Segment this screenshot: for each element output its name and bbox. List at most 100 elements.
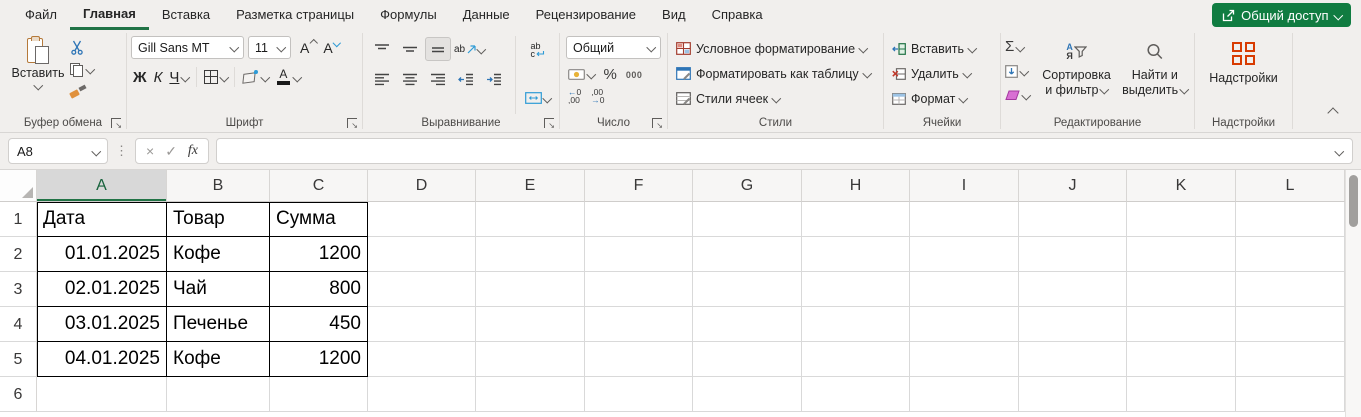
- row-header-2[interactable]: 2: [0, 237, 37, 272]
- cell-H1[interactable]: [802, 202, 910, 237]
- cell-F6[interactable]: [585, 377, 693, 412]
- cell-B2[interactable]: Кофе: [167, 237, 270, 272]
- cell-G5[interactable]: [693, 342, 802, 377]
- bold-button[interactable]: Ж: [133, 69, 147, 86]
- cell-G3[interactable]: [693, 272, 802, 307]
- cell-D1[interactable]: [368, 202, 476, 237]
- wrap-text-button[interactable]: ab c: [524, 38, 552, 62]
- decrease-font-size-button[interactable]: А: [318, 38, 341, 56]
- number-dialog-launcher[interactable]: ↘: [652, 118, 663, 130]
- cell-K6[interactable]: [1127, 377, 1236, 412]
- increase-font-size-button[interactable]: А: [295, 38, 318, 56]
- number-format-combo[interactable]: Общий: [566, 36, 661, 59]
- cut-button[interactable]: [70, 39, 94, 56]
- align-center-button[interactable]: [397, 67, 423, 91]
- cell-L2[interactable]: [1236, 237, 1345, 272]
- cell-B3[interactable]: Чай: [167, 272, 270, 307]
- cell-K5[interactable]: [1127, 342, 1236, 377]
- fill-button[interactable]: [1005, 61, 1037, 81]
- cell-D6[interactable]: [368, 377, 476, 412]
- decrease-indent-button[interactable]: [453, 67, 479, 91]
- autosum-button[interactable]: Σ: [1005, 37, 1037, 57]
- cell-L6[interactable]: [1236, 377, 1345, 412]
- align-top-button[interactable]: [369, 37, 395, 61]
- cell-G2[interactable]: [693, 237, 802, 272]
- cell-I2[interactable]: [910, 237, 1019, 272]
- cell-H4[interactable]: [802, 307, 910, 342]
- cell-D5[interactable]: [368, 342, 476, 377]
- cell-K4[interactable]: [1127, 307, 1236, 342]
- underline-button[interactable]: Ч: [169, 69, 191, 86]
- cell-I5[interactable]: [910, 342, 1019, 377]
- row-header-4[interactable]: 4: [0, 307, 37, 342]
- cell-E5[interactable]: [476, 342, 585, 377]
- addins-button[interactable]: Надстройки: [1195, 36, 1292, 85]
- collapse-ribbon-button[interactable]: [1327, 104, 1339, 122]
- insert-cells-button[interactable]: Вставить: [884, 36, 1000, 61]
- percent-style-button[interactable]: %: [604, 66, 617, 83]
- font-color-button[interactable]: А: [276, 68, 302, 85]
- cell-F4[interactable]: [585, 307, 693, 342]
- orientation-button[interactable]: ab: [453, 37, 486, 61]
- column-header-H[interactable]: H: [802, 170, 910, 202]
- vertical-scrollbar[interactable]: [1345, 170, 1361, 417]
- column-header-G[interactable]: G: [693, 170, 802, 202]
- column-header-F[interactable]: F: [585, 170, 693, 202]
- cell-C1[interactable]: Сумма: [270, 202, 368, 237]
- cell-H6[interactable]: [802, 377, 910, 412]
- cell-A6[interactable]: [37, 377, 167, 412]
- column-header-C[interactable]: C: [270, 170, 368, 202]
- tab-formulas[interactable]: Формулы: [367, 0, 450, 30]
- column-header-B[interactable]: B: [167, 170, 270, 202]
- increase-decimal-button[interactable]: ←0 ,00: [568, 88, 581, 105]
- format-cells-button[interactable]: Формат: [884, 86, 1000, 111]
- cell-D3[interactable]: [368, 272, 476, 307]
- cell-L3[interactable]: [1236, 272, 1345, 307]
- italic-button[interactable]: К: [154, 69, 163, 86]
- cell-E2[interactable]: [476, 237, 585, 272]
- merge-center-button[interactable]: [524, 86, 552, 110]
- column-header-I[interactable]: I: [910, 170, 1019, 202]
- expand-formula-bar-icon[interactable]: [1334, 146, 1344, 156]
- accounting-format-button[interactable]: [568, 69, 596, 80]
- column-header-D[interactable]: D: [368, 170, 476, 202]
- name-box[interactable]: A8: [8, 138, 108, 164]
- column-header-J[interactable]: J: [1019, 170, 1127, 202]
- delete-cells-button[interactable]: Удалить: [884, 61, 1000, 86]
- cell-I6[interactable]: [910, 377, 1019, 412]
- cell-H5[interactable]: [802, 342, 910, 377]
- cell-J1[interactable]: [1019, 202, 1127, 237]
- borders-button[interactable]: [203, 70, 229, 84]
- share-button[interactable]: Общий доступ: [1212, 3, 1351, 27]
- cell-A1[interactable]: Дата: [37, 202, 167, 237]
- cell-F3[interactable]: [585, 272, 693, 307]
- cell-K2[interactable]: [1127, 237, 1236, 272]
- cell-A2[interactable]: 01.01.2025: [37, 237, 167, 272]
- cancel-button[interactable]: ×: [146, 144, 154, 158]
- tab-view[interactable]: Вид: [649, 0, 699, 30]
- tab-data[interactable]: Данные: [450, 0, 523, 30]
- row-header-5[interactable]: 5: [0, 342, 37, 377]
- cell-B1[interactable]: Товар: [167, 202, 270, 237]
- cell-C5[interactable]: 1200: [270, 342, 368, 377]
- insert-function-button[interactable]: fx: [188, 143, 198, 159]
- cell-A4[interactable]: 03.01.2025: [37, 307, 167, 342]
- cell-C6[interactable]: [270, 377, 368, 412]
- cell-styles-button[interactable]: Стили ячеек: [668, 86, 883, 111]
- font-dialog-launcher[interactable]: ↘: [347, 118, 358, 130]
- font-size-combo[interactable]: 11: [248, 36, 291, 59]
- cell-J4[interactable]: [1019, 307, 1127, 342]
- format-painter-button[interactable]: [70, 83, 94, 100]
- comma-style-button[interactable]: 000: [626, 70, 643, 80]
- cell-I1[interactable]: [910, 202, 1019, 237]
- align-left-button[interactable]: [369, 67, 395, 91]
- cell-J5[interactable]: [1019, 342, 1127, 377]
- tab-review[interactable]: Рецензирование: [523, 0, 649, 30]
- cell-J3[interactable]: [1019, 272, 1127, 307]
- cell-J6[interactable]: [1019, 377, 1127, 412]
- conditional-formatting-button[interactable]: Условное форматирование: [668, 36, 883, 61]
- tab-file[interactable]: Файл: [12, 0, 70, 30]
- cell-L1[interactable]: [1236, 202, 1345, 237]
- cell-A3[interactable]: 02.01.2025: [37, 272, 167, 307]
- cell-K3[interactable]: [1127, 272, 1236, 307]
